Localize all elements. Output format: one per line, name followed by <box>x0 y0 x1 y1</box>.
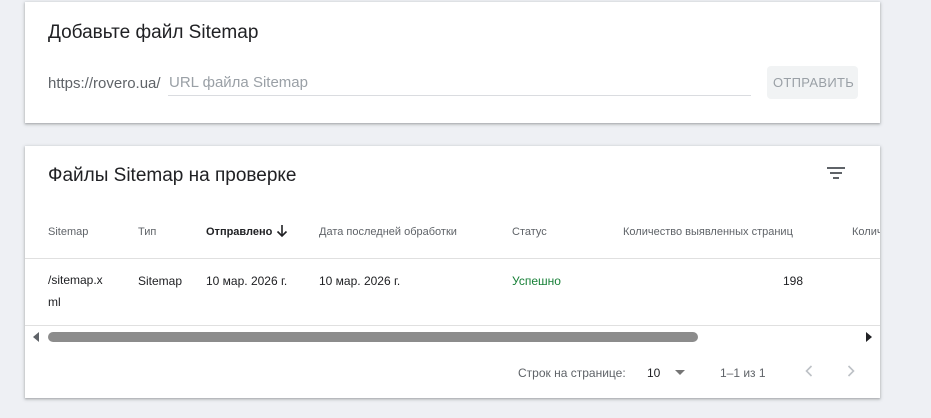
submit-button[interactable]: ОТПРАВИТЬ <box>767 66 858 99</box>
column-header-last-read[interactable]: Дата последней обработки <box>319 226 457 238</box>
filter-list-icon[interactable] <box>822 161 850 185</box>
caret-down-icon <box>675 370 685 375</box>
submitted-sitemaps-card: Файлы Sitemap на проверке Sitemap Тип От… <box>25 146 880 398</box>
submitted-sitemaps-title: Файлы Sitemap на проверке <box>48 165 297 186</box>
column-header-discovered-pages[interactable]: Количество выявленных страниц <box>623 226 793 238</box>
cell-discovered-pages: 198 <box>782 274 803 288</box>
chevron-left-icon[interactable] <box>801 362 817 380</box>
chevron-right-icon[interactable] <box>843 362 859 380</box>
rows-per-page-select[interactable]: 10 <box>645 361 689 383</box>
table-divider <box>25 258 880 259</box>
scroll-right-arrow-icon[interactable] <box>864 331 874 343</box>
arrow-down-icon[interactable] <box>275 223 289 239</box>
sitemap-url-input[interactable] <box>168 69 751 96</box>
pagination-range: 1–1 из 1 <box>720 366 766 380</box>
rows-per-page-label: Строк на странице: <box>518 366 626 380</box>
cell-type: Sitemap <box>138 274 183 288</box>
column-header-sitemap[interactable]: Sitemap <box>48 226 88 238</box>
column-header-type[interactable]: Тип <box>138 226 156 238</box>
cell-submitted: 10 мар. 2026 г. <box>206 274 288 288</box>
add-sitemap-card: Добавьте файл Sitemap https://rovero.ua/… <box>25 2 880 123</box>
scroll-left-arrow-icon[interactable] <box>31 331 41 343</box>
url-prefix: https://rovero.ua/ <box>48 75 161 92</box>
column-header-next-partial[interactable]: Колич <box>852 226 880 238</box>
column-header-status[interactable]: Статус <box>512 226 547 238</box>
table-divider <box>25 325 880 326</box>
cell-last-read: 10 мар. 2026 г. <box>319 274 401 288</box>
horizontal-scrollbar[interactable] <box>25 328 880 345</box>
add-sitemap-title: Добавьте файл Sitemap <box>48 22 259 43</box>
scrollbar-thumb[interactable] <box>48 332 698 342</box>
cell-sitemap-path[interactable]: /sitemap.xml <box>48 269 112 313</box>
column-header-submitted[interactable]: Отправлено <box>206 226 272 238</box>
cell-status: Успешно <box>512 274 561 288</box>
rows-per-page-value: 10 <box>647 366 661 380</box>
